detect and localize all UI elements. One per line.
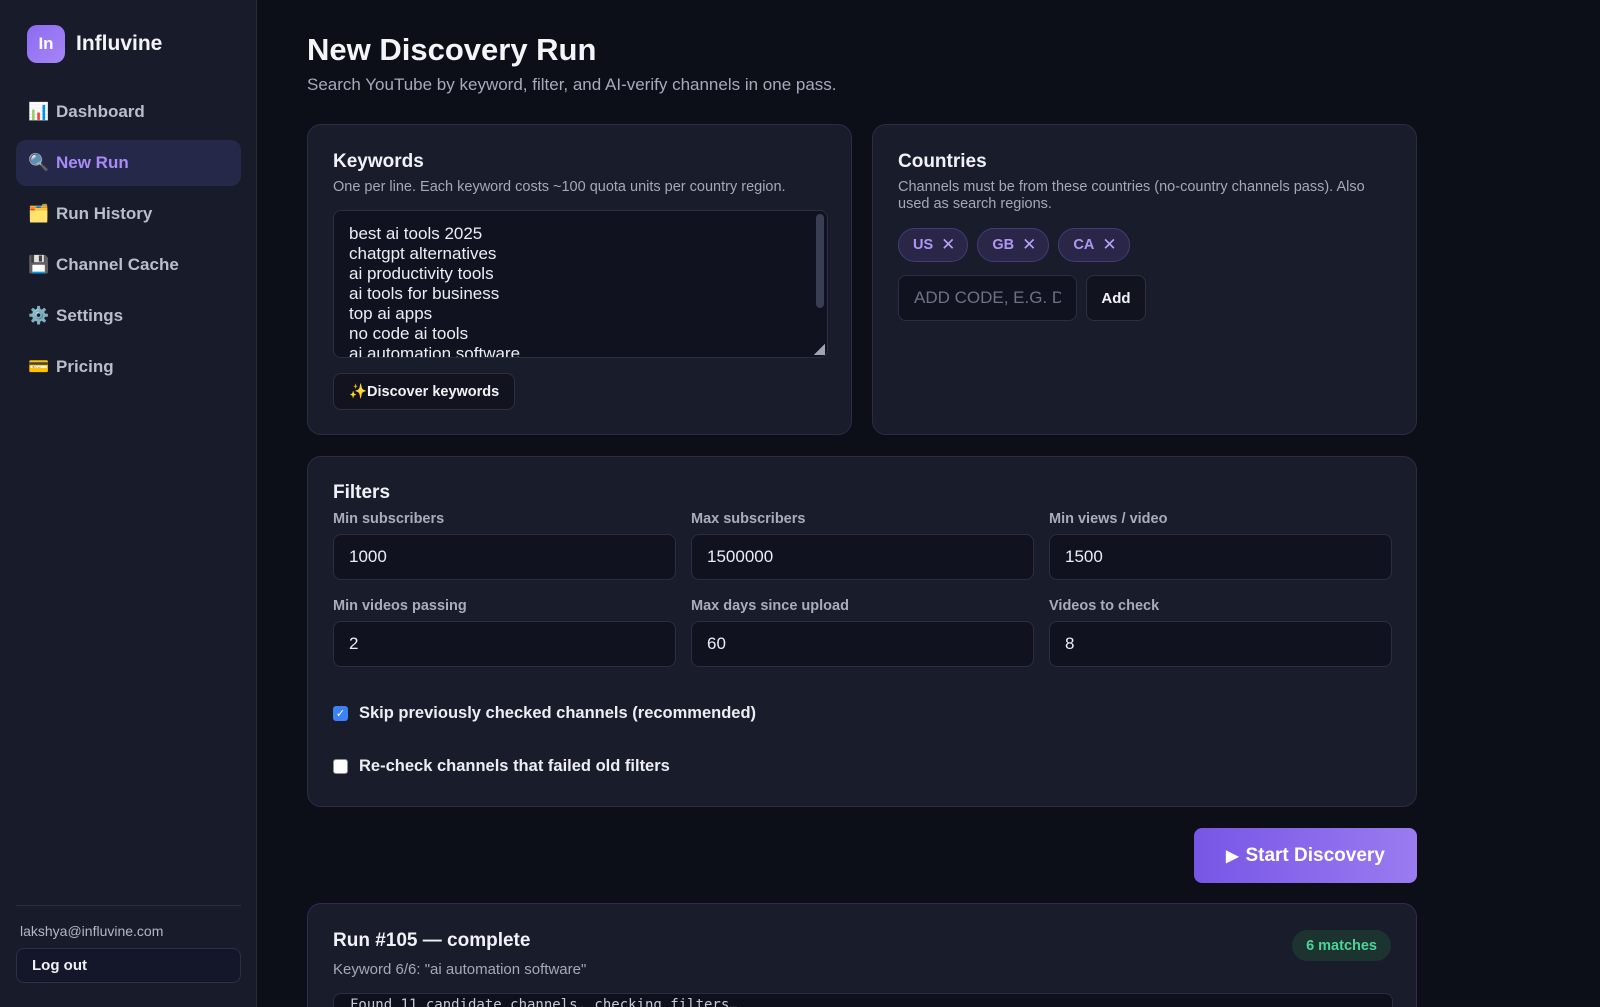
user-email: lakshya@influvine.com — [20, 923, 164, 939]
min-videos-passing-label: Min videos passing — [333, 598, 467, 614]
start-discovery-label: Start Discovery — [1245, 844, 1385, 866]
max-days-input[interactable] — [691, 621, 1034, 667]
sidebar-item-pricing[interactable]: 💳 Pricing — [16, 344, 241, 390]
textarea-scrollbar[interactable] — [816, 214, 824, 308]
sidebar-divider — [16, 905, 241, 906]
resize-handle-icon[interactable] — [814, 344, 825, 355]
start-discovery-button[interactable]: ▶ Start Discovery — [1194, 828, 1417, 883]
bar-chart-icon: 📊 — [28, 102, 50, 121]
recheck-failed-label: Re-check channels that failed old filter… — [359, 757, 670, 775]
discover-keywords-button[interactable]: ✨Discover keywords — [333, 373, 516, 410]
run-title: Run #105 — complete — [333, 930, 531, 951]
brand-name: Influvine — [76, 32, 163, 55]
sidebar-item-label: Dashboard — [56, 102, 145, 121]
logout-button[interactable]: Log out — [16, 948, 241, 983]
chip-label: US — [913, 237, 934, 253]
keyword-line: ai automation software — [349, 344, 521, 358]
skip-checked-checkbox[interactable]: ✓ — [333, 706, 348, 721]
sidebar-item-new-run[interactable]: 🔍 New Run — [16, 140, 241, 186]
close-icon[interactable]: ✕ — [1022, 235, 1036, 255]
country-chip-us: US ✕ — [898, 228, 969, 262]
country-chips: US ✕ GB ✕ CA ✕ — [898, 228, 1139, 262]
min-videos-passing-input[interactable] — [333, 621, 676, 667]
close-icon[interactable]: ✕ — [1102, 235, 1116, 255]
sidebar-item-channel-cache[interactable]: 💾 Channel Cache — [16, 242, 241, 288]
skip-checked-row[interactable]: ✓ Skip previously checked channels (reco… — [333, 704, 756, 723]
keywords-title: Keywords — [333, 151, 424, 172]
sidebar-item-label: Channel Cache — [56, 255, 179, 274]
brand-logo: In — [27, 25, 65, 63]
max-days-label: Max days since upload — [691, 598, 849, 614]
sidebar-item-label: New Run — [56, 153, 129, 172]
country-code-input[interactable] — [898, 275, 1077, 321]
keyword-line: no code ai tools — [349, 324, 469, 343]
gear-icon: ⚙️ — [28, 306, 50, 325]
run-progress: Keyword 6/6: "ai automation software" — [333, 961, 587, 978]
recheck-failed-row[interactable]: Re-check channels that failed old filter… — [333, 757, 670, 776]
filters-card: Filters Min subscribers Max subscribers … — [307, 456, 1417, 807]
sidebar-nav: 📊 Dashboard 🔍 New Run 🗂️ Run History 💾 C… — [16, 89, 241, 395]
min-views-input[interactable] — [1049, 534, 1392, 580]
keywords-card: Keywords One per line. Each keyword cost… — [307, 124, 852, 435]
run-status-card: Run #105 — complete Keyword 6/6: "ai aut… — [307, 903, 1417, 1007]
chip-label: CA — [1073, 237, 1095, 253]
sidebar-item-label: Settings — [56, 306, 124, 325]
filters-title: Filters — [333, 482, 391, 503]
sidebar-item-run-history[interactable]: 🗂️ Run History — [16, 191, 241, 237]
keyword-line: top ai apps — [349, 304, 433, 323]
page-title: New Discovery Run — [307, 32, 597, 67]
min-views-label: Min views / video — [1049, 511, 1168, 527]
page-subtitle: Search YouTube by keyword, filter, and A… — [307, 75, 837, 94]
brand[interactable]: In Influvine — [27, 25, 162, 63]
log-line: Found 11 candidate channels, checking fi… — [350, 997, 738, 1007]
keyword-line: ai productivity tools — [349, 264, 494, 283]
country-chip-gb: GB ✕ — [977, 228, 1050, 262]
floppy-disk-icon: 💾 — [28, 255, 50, 274]
run-log: Found 11 candidate channels, checking fi… — [333, 993, 1393, 1007]
min-subscribers-input[interactable] — [333, 534, 676, 580]
chip-label: GB — [992, 237, 1015, 253]
videos-to-check-label: Videos to check — [1049, 598, 1160, 614]
folder-icon: 🗂️ — [28, 204, 50, 223]
keywords-description: One per line. Each keyword costs ~100 qu… — [333, 179, 786, 195]
play-icon: ▶ — [1226, 847, 1239, 865]
max-subscribers-input[interactable] — [691, 534, 1034, 580]
countries-title: Countries — [898, 151, 987, 172]
matches-badge: 6 matches — [1292, 930, 1391, 961]
countries-description: Channels must be from these countries (n… — [898, 179, 1365, 212]
keyword-line: best ai tools 2025 — [349, 224, 483, 243]
close-icon[interactable]: ✕ — [941, 235, 955, 255]
add-country-button[interactable]: Add — [1086, 275, 1146, 321]
credit-card-icon: 💳 — [28, 357, 50, 376]
sidebar-item-dashboard[interactable]: 📊 Dashboard — [16, 89, 241, 135]
sidebar-item-settings[interactable]: ⚙️ Settings — [16, 293, 241, 339]
videos-to-check-input[interactable] — [1049, 621, 1392, 667]
country-chip-ca: CA ✕ — [1058, 228, 1130, 262]
keywords-textarea[interactable]: best ai tools 2025 chatgpt alternatives … — [333, 210, 828, 358]
recheck-failed-checkbox[interactable] — [333, 759, 348, 774]
keyword-line: chatgpt alternatives — [349, 244, 497, 263]
max-subscribers-label: Max subscribers — [691, 511, 806, 527]
countries-card: Countries Channels must be from these co… — [872, 124, 1417, 435]
skip-checked-label: Skip previously checked channels (recomm… — [359, 704, 757, 722]
sidebar-item-label: Pricing — [56, 357, 114, 376]
sidebar: In Influvine 📊 Dashboard 🔍 New Run 🗂️ Ru… — [0, 0, 257, 1007]
sidebar-item-label: Run History — [56, 204, 153, 223]
min-subscribers-label: Min subscribers — [333, 511, 445, 527]
keyword-line: ai tools for business — [349, 284, 500, 303]
search-icon: 🔍 — [28, 153, 50, 172]
